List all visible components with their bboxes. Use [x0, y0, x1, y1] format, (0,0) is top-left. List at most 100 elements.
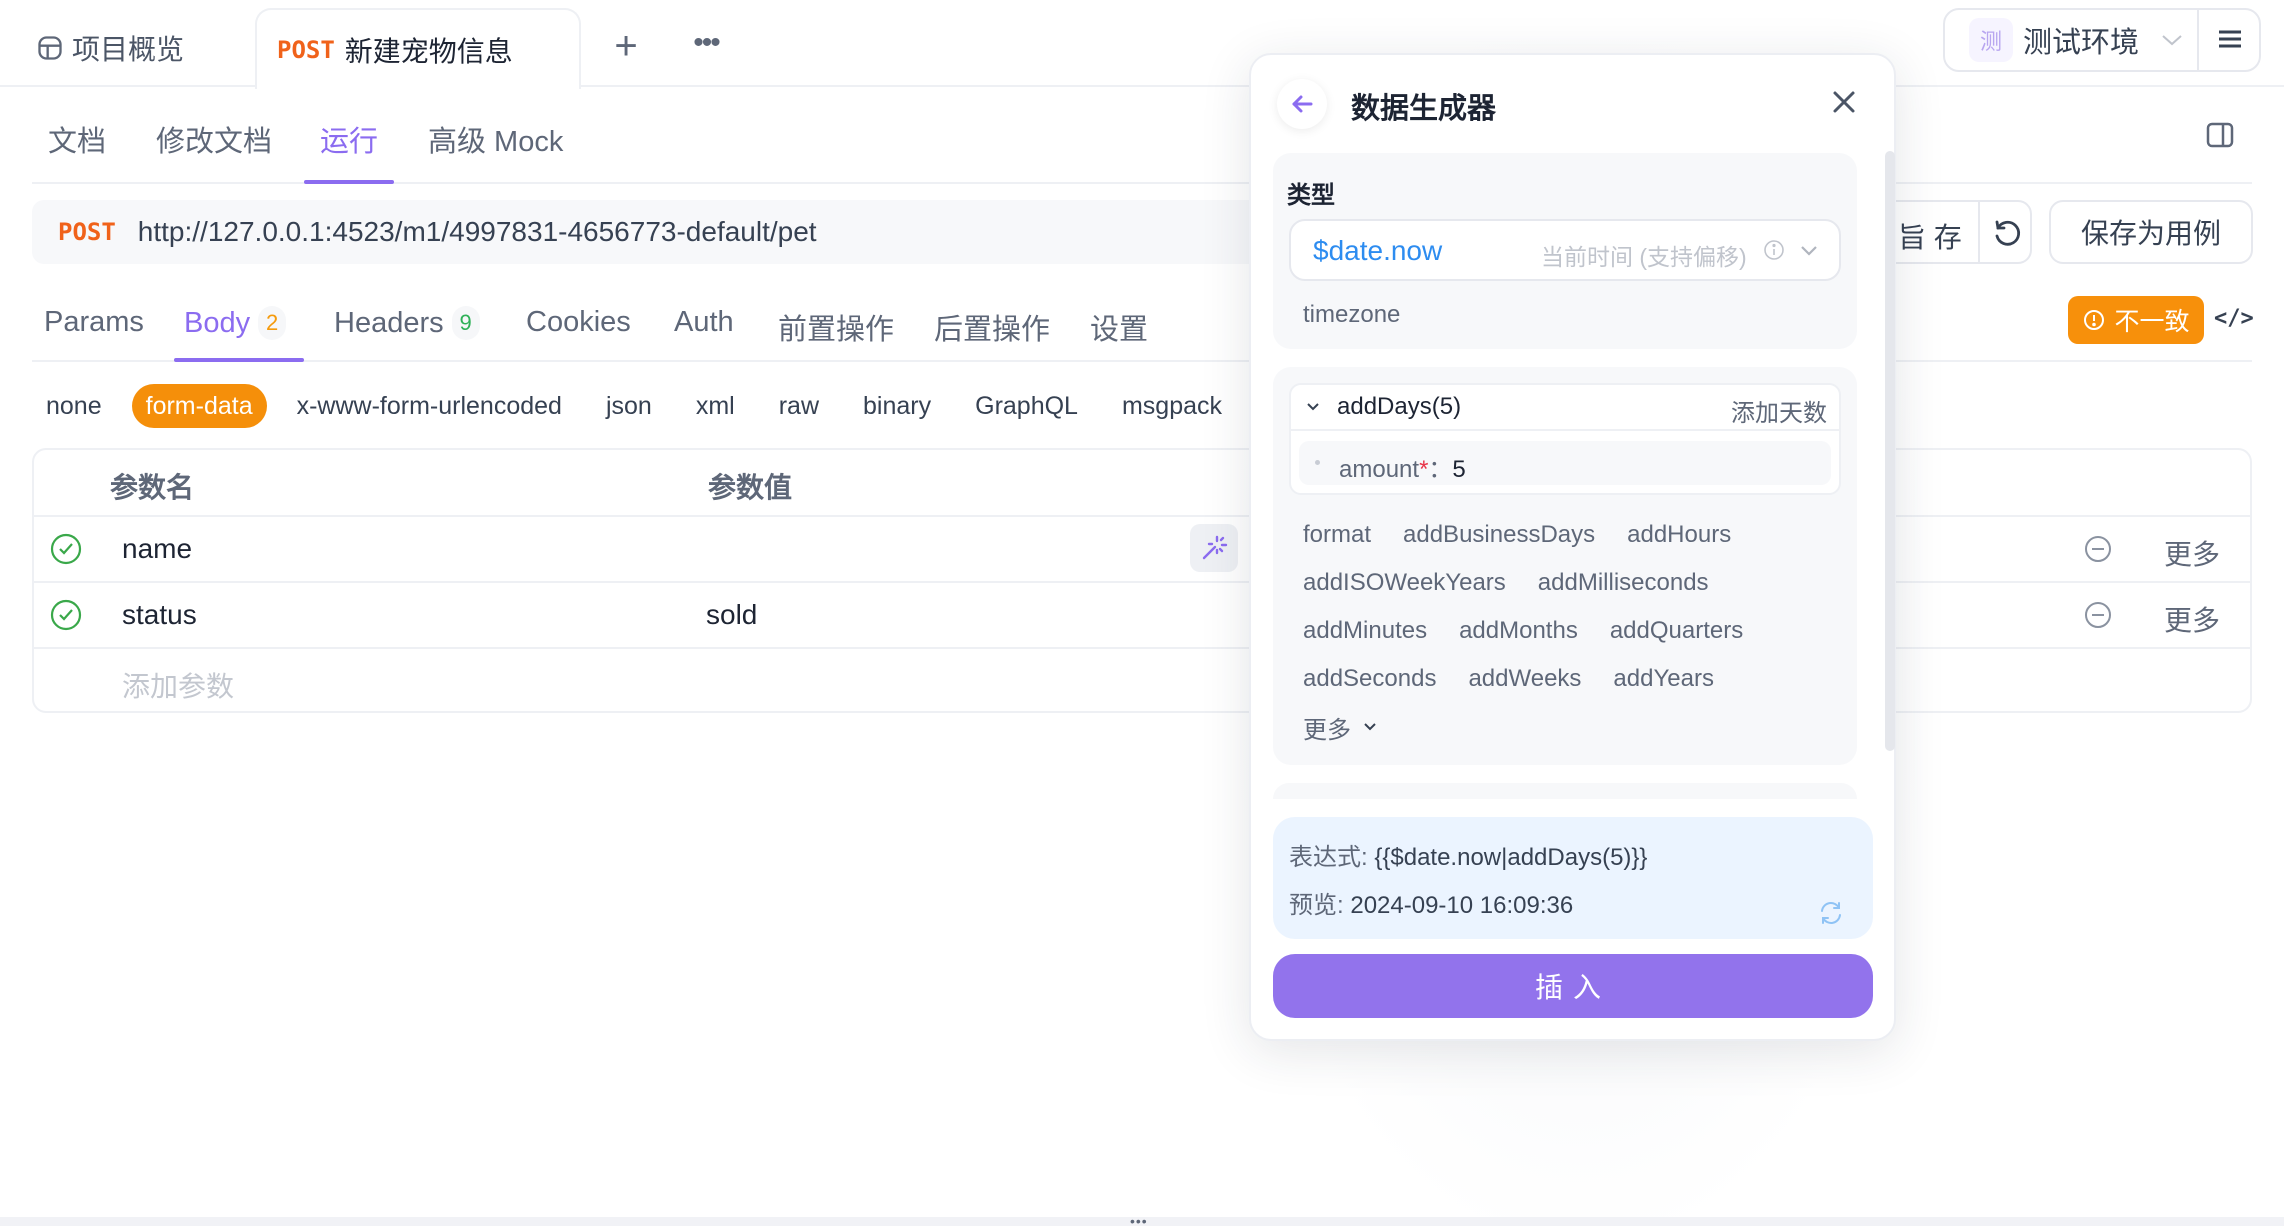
resize-handle-icon[interactable]: ••• — [1130, 1214, 1148, 1228]
reset-icon[interactable] — [1990, 216, 2024, 250]
body-type-binary[interactable]: binary — [849, 384, 945, 428]
env-badge: 测 — [1969, 18, 2013, 62]
function-header[interactable]: addDays(5) 添加天数 — [1291, 385, 1839, 431]
body-type-form-data[interactable]: form-data — [131, 384, 267, 428]
insert-button[interactable]: 插入 — [1273, 954, 1873, 1018]
method-addYears[interactable]: addYears — [1613, 665, 1714, 693]
table-row: status sold 更多 — [34, 583, 2250, 649]
method-row: addSeconds addWeeks addYears — [1303, 655, 1843, 703]
add-param-row: 添加参数 — [34, 649, 2250, 713]
panel-scrollbar[interactable] — [1885, 151, 1895, 751]
back-button[interactable] — [1277, 79, 1327, 129]
method-row: addISOWeekYears addMilliseconds — [1303, 559, 1843, 607]
method-addBusinessDays[interactable]: addBusinessDays — [1403, 521, 1595, 549]
request-tabs: Params Body 2 Headers 9 Cookies Auth 前置操作 … — [32, 282, 2252, 362]
active-tab-indicator — [174, 358, 304, 362]
overview-icon — [38, 36, 62, 60]
more-button[interactable]: 更多 — [2164, 533, 2220, 573]
param-name-input[interactable]: status — [122, 599, 197, 631]
count-badge: 2 — [258, 306, 287, 340]
tab-post-operations[interactable]: 后置操作 — [934, 306, 1050, 348]
tab-auth[interactable]: Auth — [674, 306, 734, 339]
menu-icon[interactable] — [2215, 24, 2245, 54]
divider — [1978, 202, 1980, 262]
body-type-xml[interactable]: xml — [682, 384, 749, 428]
subnav-docs[interactable]: 文档 — [48, 118, 106, 160]
code-icon[interactable]: </> — [2214, 306, 2254, 334]
tab-label: 新建宠物信息 — [344, 35, 513, 67]
arg-separator: ： — [1428, 456, 1453, 483]
save-button[interactable]: 旨 存 — [1898, 216, 1962, 256]
method-addQuarters[interactable]: addQuarters — [1610, 617, 1743, 645]
expression-value: {{$date.now|addDays(5)}} — [1374, 844, 1648, 871]
method-addWeeks[interactable]: addWeeks — [1468, 665, 1581, 693]
info-icon[interactable] — [1763, 239, 1785, 261]
tab-label: Headers — [334, 306, 444, 339]
function-item: addDays(5) 添加天数 amount*：5 — [1289, 383, 1841, 495]
method-row: 更多 — [1303, 703, 1843, 751]
data-generator-button[interactable] — [1190, 524, 1238, 572]
type-select[interactable]: $date.now 当前时间 (支持偏移) — [1289, 219, 1841, 281]
add-param-input[interactable]: 添加参数 — [122, 665, 234, 705]
add-tab-button[interactable]: + — [604, 26, 648, 70]
functions-section: addDays(5) 添加天数 amount*：5 format addBusi… — [1273, 367, 1857, 765]
refresh-icon[interactable] — [1817, 899, 1845, 927]
save-as-case-button[interactable]: 保存为用例 — [2049, 200, 2253, 264]
remove-circle-icon[interactable] — [2084, 601, 2112, 629]
more-tabs-button[interactable]: ••• — [686, 26, 726, 66]
layout-toggle-icon[interactable] — [2205, 120, 2235, 150]
column-header-name: 参数名 — [110, 472, 195, 503]
method-addMilliseconds[interactable]: addMilliseconds — [1538, 569, 1709, 597]
request-method[interactable]: POST — [58, 218, 116, 246]
param-name-input[interactable]: name — [122, 533, 192, 565]
tab-pre-operations[interactable]: 前置操作 — [778, 306, 894, 348]
tab-headers[interactable]: Headers 9 — [334, 306, 480, 340]
top-tab-bar: 项目概览 POST 新建宠物信息 + ••• 测 测试环境 — [0, 0, 2284, 89]
tab-new-pet-info[interactable]: POST 新建宠物信息 — [255, 8, 581, 89]
tab-settings[interactable]: 设置 — [1090, 306, 1148, 348]
param-value-input[interactable]: sold — [706, 599, 757, 631]
timezone-option[interactable]: timezone — [1303, 301, 1400, 329]
method-addHours[interactable]: addHours — [1627, 521, 1731, 549]
tab-params[interactable]: Params — [44, 306, 144, 339]
enabled-check-icon[interactable] — [50, 533, 82, 565]
method-addSeconds[interactable]: addSeconds — [1303, 665, 1436, 693]
divider — [2197, 10, 2199, 70]
method-format[interactable]: format — [1303, 521, 1371, 549]
mismatch-badge[interactable]: 不一致 — [2068, 296, 2204, 344]
tab-cookies[interactable]: Cookies — [526, 306, 631, 339]
body-type-none[interactable]: none — [32, 384, 116, 428]
remove-circle-icon[interactable] — [2084, 535, 2112, 563]
subnav-run[interactable]: 运行 — [320, 118, 378, 160]
preview-value: 2024-09-10 16:09:36 — [1350, 892, 1574, 919]
method-addMinutes[interactable]: addMinutes — [1303, 617, 1427, 645]
body-type-json[interactable]: json — [592, 384, 666, 428]
subnav-edit-docs[interactable]: 修改文档 — [156, 118, 272, 160]
body-type-urlencoded[interactable]: x-www-form-urlencoded — [283, 384, 576, 428]
tab-body[interactable]: Body 2 — [184, 306, 287, 340]
tab-project-overview[interactable]: 项目概览 — [36, 28, 184, 68]
body-type-graphql[interactable]: GraphQL — [961, 384, 1092, 428]
environment-selector[interactable]: 测 测试环境 — [1943, 8, 2261, 72]
panel-title: 数据生成器 — [1351, 93, 1497, 125]
method-addMonths[interactable]: addMonths — [1459, 617, 1578, 645]
body-type-raw[interactable]: raw — [765, 384, 833, 428]
subnav-advanced-mock[interactable]: 高级 Mock — [428, 118, 563, 160]
more-methods-button[interactable]: 更多 — [1303, 710, 1377, 745]
function-argument: amount*：5 — [1299, 441, 1831, 485]
alert-circle-icon — [2084, 310, 2105, 330]
url-bar[interactable]: POST http://127.0.0.1:4523/m1/4997831-46… — [32, 200, 1292, 264]
body-type-msgpack[interactable]: msgpack — [1108, 384, 1236, 428]
sub-nav: 文档 修改文档 运行 高级 Mock — [32, 100, 2252, 184]
method-addISOWeekYears[interactable]: addISOWeekYears — [1303, 569, 1506, 597]
argument-value-input[interactable]: 5 — [1452, 456, 1465, 483]
preview-line: 预览: 2024-09-10 16:09:36 — [1289, 885, 1573, 920]
type-section: 类型 $date.now 当前时间 (支持偏移) timezone — [1273, 153, 1857, 349]
next-section-peek — [1273, 783, 1857, 799]
close-icon[interactable] — [1827, 85, 1861, 119]
expression-preview: 表达式: {{$date.now|addDays(5)}} 预览: 2024-0… — [1273, 817, 1873, 939]
url-input[interactable]: http://127.0.0.1:4523/m1/4997831-4656773… — [138, 216, 817, 248]
enabled-check-icon[interactable] — [50, 599, 82, 631]
more-button[interactable]: 更多 — [2164, 599, 2220, 639]
chevron-down-icon — [1307, 403, 1319, 411]
